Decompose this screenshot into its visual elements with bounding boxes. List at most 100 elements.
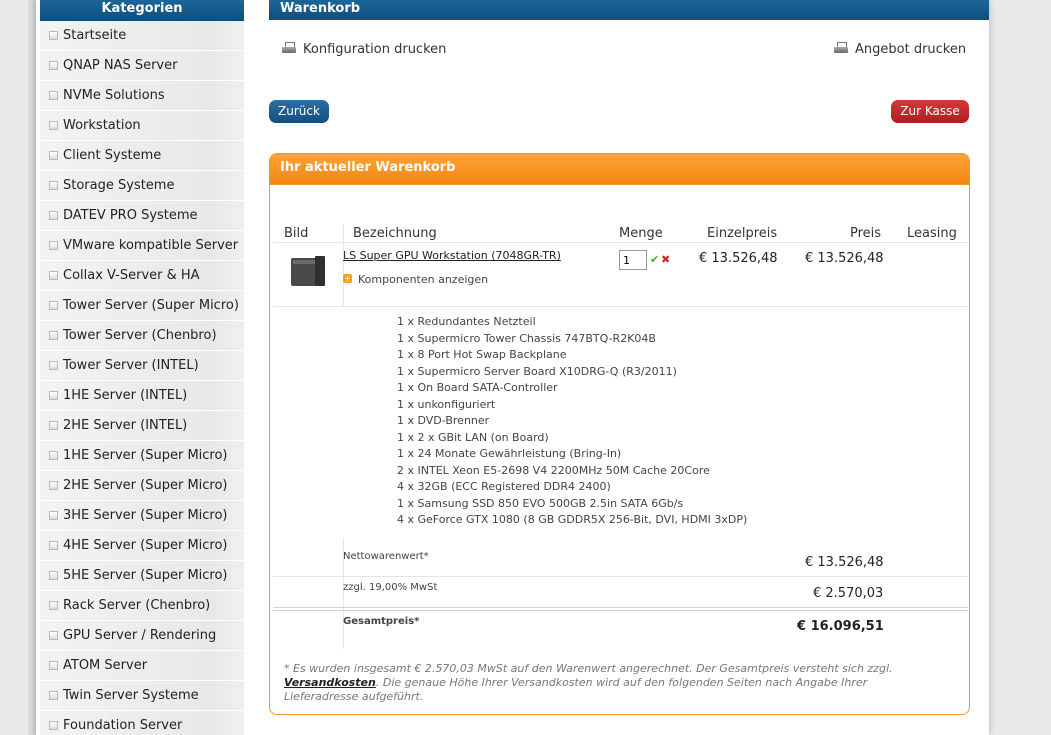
expand-icon[interactable]: + bbox=[343, 274, 352, 283]
sidebar-item[interactable]: 1HE Server (INTEL) bbox=[40, 381, 244, 411]
sidebar-item-label: 2HE Server (Super Micro) bbox=[63, 478, 228, 493]
component-item: 1 x 24 Monate Gewährleistung (Bring-In) bbox=[397, 447, 622, 460]
unit-price: € 13.526,48 bbox=[699, 251, 778, 266]
col-image: Bild bbox=[284, 226, 309, 241]
sidebar-item-label: NVMe Solutions bbox=[63, 88, 165, 103]
sidebar-item-label: Workstation bbox=[63, 118, 141, 133]
shipping-costs-link[interactable]: Versandkosten bbox=[284, 676, 376, 689]
footnote: * Es wurden insgesamt € 2.570,03 MwSt au… bbox=[284, 662, 944, 704]
quantity-input[interactable] bbox=[619, 250, 647, 270]
bullet-icon bbox=[49, 121, 58, 130]
sidebar-item[interactable]: Startseite bbox=[40, 21, 244, 51]
checkout-button[interactable]: Zur Kasse bbox=[891, 100, 969, 123]
component-item: 1 x 2 x GBit LAN (on Board) bbox=[397, 430, 549, 444]
total-value: € 16.096,51 bbox=[797, 619, 884, 634]
bullet-icon bbox=[49, 391, 58, 400]
bullet-icon bbox=[49, 541, 58, 550]
page-title: Warenkorb bbox=[269, 0, 989, 20]
sidebar-item-label: Tower Server (Chenbro) bbox=[63, 328, 217, 343]
cart-title: Ihr aktueller Warenkorb bbox=[270, 154, 969, 185]
component-item: 1 x Redundantes Netzteil bbox=[397, 315, 536, 328]
sidebar-item[interactable]: Tower Server (Super Micro) bbox=[40, 291, 244, 321]
back-button[interactable]: Zurück bbox=[269, 100, 329, 123]
product-image bbox=[291, 256, 325, 286]
sidebar-item-label: Client Systeme bbox=[63, 148, 162, 163]
row-divider bbox=[273, 306, 968, 307]
bullet-icon bbox=[49, 421, 58, 430]
sidebar-item-label: Tower Server (Super Micro) bbox=[63, 298, 239, 313]
sidebar-item[interactable]: QNAP NAS Server bbox=[40, 51, 244, 81]
vat-value: € 2.570,03 bbox=[813, 586, 884, 601]
sidebar-item[interactable]: GPU Server / Rendering bbox=[40, 621, 244, 651]
check-icon[interactable]: ✔ bbox=[650, 253, 659, 266]
sidebar-item-label: Foundation Server bbox=[63, 718, 183, 733]
sidebar-item[interactable]: NVMe Solutions bbox=[40, 81, 244, 111]
summary-divider bbox=[273, 576, 968, 577]
component-item: 1 x Samsung SSD 850 EVO 500GB 2.5in SATA… bbox=[397, 496, 684, 510]
sidebar-item[interactable]: 2HE Server (INTEL) bbox=[40, 411, 244, 441]
sidebar-item[interactable]: Storage Systeme bbox=[40, 171, 244, 201]
sidebar-item-label: QNAP NAS Server bbox=[63, 58, 178, 73]
component-item: 1 x unkonfiguriert bbox=[397, 397, 496, 411]
bullet-icon bbox=[49, 91, 58, 100]
sidebar-item[interactable]: 2HE Server (Super Micro) bbox=[40, 471, 244, 501]
bullet-icon bbox=[49, 61, 58, 70]
printer-icon bbox=[834, 42, 849, 55]
sidebar-item[interactable]: Client Systeme bbox=[40, 141, 244, 171]
component-item: 4 x 32GB (ECC Registered DDR4 2400) bbox=[397, 480, 611, 493]
bullet-icon bbox=[49, 271, 58, 280]
sidebar-title: Kategorien bbox=[40, 0, 244, 21]
bullet-icon bbox=[49, 631, 58, 640]
print-offer-link[interactable]: Angebot drucken bbox=[834, 42, 966, 57]
product-link[interactable]: LS Super GPU Workstation (7048GR-TR) bbox=[343, 249, 561, 262]
bullet-icon bbox=[49, 241, 58, 250]
footnote-text: * Es wurden insgesamt € 2.570,03 MwSt au… bbox=[284, 662, 893, 675]
component-item: 1 x DVD-Brenner bbox=[397, 414, 490, 427]
cart-panel: Ihr aktueller Warenkorb Bild Bezeichnung… bbox=[269, 153, 970, 715]
close-icon[interactable]: ✖ bbox=[661, 253, 670, 266]
sidebar-item[interactable]: 1HE Server (Super Micro) bbox=[40, 441, 244, 471]
bullet-icon bbox=[49, 301, 58, 310]
bullet-icon bbox=[49, 511, 58, 520]
header-divider bbox=[273, 242, 968, 243]
sidebar-item-label: Startseite bbox=[63, 28, 127, 43]
bullet-icon bbox=[49, 571, 58, 580]
vat-label: zzgl. 19,00% MwSt bbox=[343, 582, 438, 593]
sidebar-item[interactable]: Foundation Server bbox=[40, 711, 244, 735]
sidebar-item-label: 4HE Server (Super Micro) bbox=[63, 538, 228, 553]
total-label: Gesamtpreis* bbox=[343, 616, 420, 627]
components-link[interactable]: Komponenten anzeigen bbox=[358, 273, 488, 286]
col-unit-price: Einzelpreis bbox=[707, 226, 778, 241]
col-price: Preis bbox=[850, 226, 882, 241]
bullet-icon bbox=[49, 361, 58, 370]
sidebar-item-label: 3HE Server (Super Micro) bbox=[63, 508, 228, 523]
sidebar-item[interactable]: 5HE Server (Super Micro) bbox=[40, 561, 244, 591]
sidebar-item[interactable]: Tower Server (Chenbro) bbox=[40, 321, 244, 351]
print-config-link[interactable]: Konfiguration drucken bbox=[282, 42, 446, 57]
bullet-icon bbox=[49, 691, 58, 700]
sidebar-item[interactable]: Rack Server (Chenbro) bbox=[40, 591, 244, 621]
bullet-icon bbox=[49, 31, 58, 40]
sidebar-item[interactable]: 3HE Server (Super Micro) bbox=[40, 501, 244, 531]
sidebar-item-label: Tower Server (INTEL) bbox=[63, 358, 199, 373]
sidebar-list: Startseite QNAP NAS Server NVMe Solutions W… bbox=[40, 21, 244, 735]
sidebar-item[interactable]: 4HE Server (Super Micro) bbox=[40, 531, 244, 561]
sidebar-item[interactable]: Twin Server Systeme bbox=[40, 681, 244, 711]
col-leasing: Leasing bbox=[907, 226, 957, 241]
bullet-icon bbox=[49, 451, 58, 460]
bullet-icon bbox=[49, 721, 58, 730]
sidebar-item[interactable]: Collax V-Server & HA bbox=[40, 261, 244, 291]
print-offer-label: Angebot drucken bbox=[855, 42, 967, 57]
sidebar-item[interactable]: Workstation bbox=[40, 111, 244, 141]
sidebar-item[interactable]: ATOM Server bbox=[40, 651, 244, 681]
component-item: 2 x INTEL Xeon E5-2698 V4 2200MHz 50M Ca… bbox=[397, 463, 710, 477]
sidebar-item-label: ATOM Server bbox=[63, 658, 148, 673]
summary-divider bbox=[273, 610, 968, 611]
bullet-icon bbox=[49, 181, 58, 190]
sidebar-item[interactable]: Tower Server (INTEL) bbox=[40, 351, 244, 381]
sidebar-item[interactable]: VMware kompatible Server bbox=[40, 231, 244, 261]
component-item: 1 x 8 Port Hot Swap Backplane bbox=[397, 348, 567, 361]
sidebar-item-label: 2HE Server (INTEL) bbox=[63, 418, 188, 433]
sidebar-item[interactable]: DATEV PRO Systeme bbox=[40, 201, 244, 231]
sidebar-item-label: Rack Server (Chenbro) bbox=[63, 598, 211, 613]
